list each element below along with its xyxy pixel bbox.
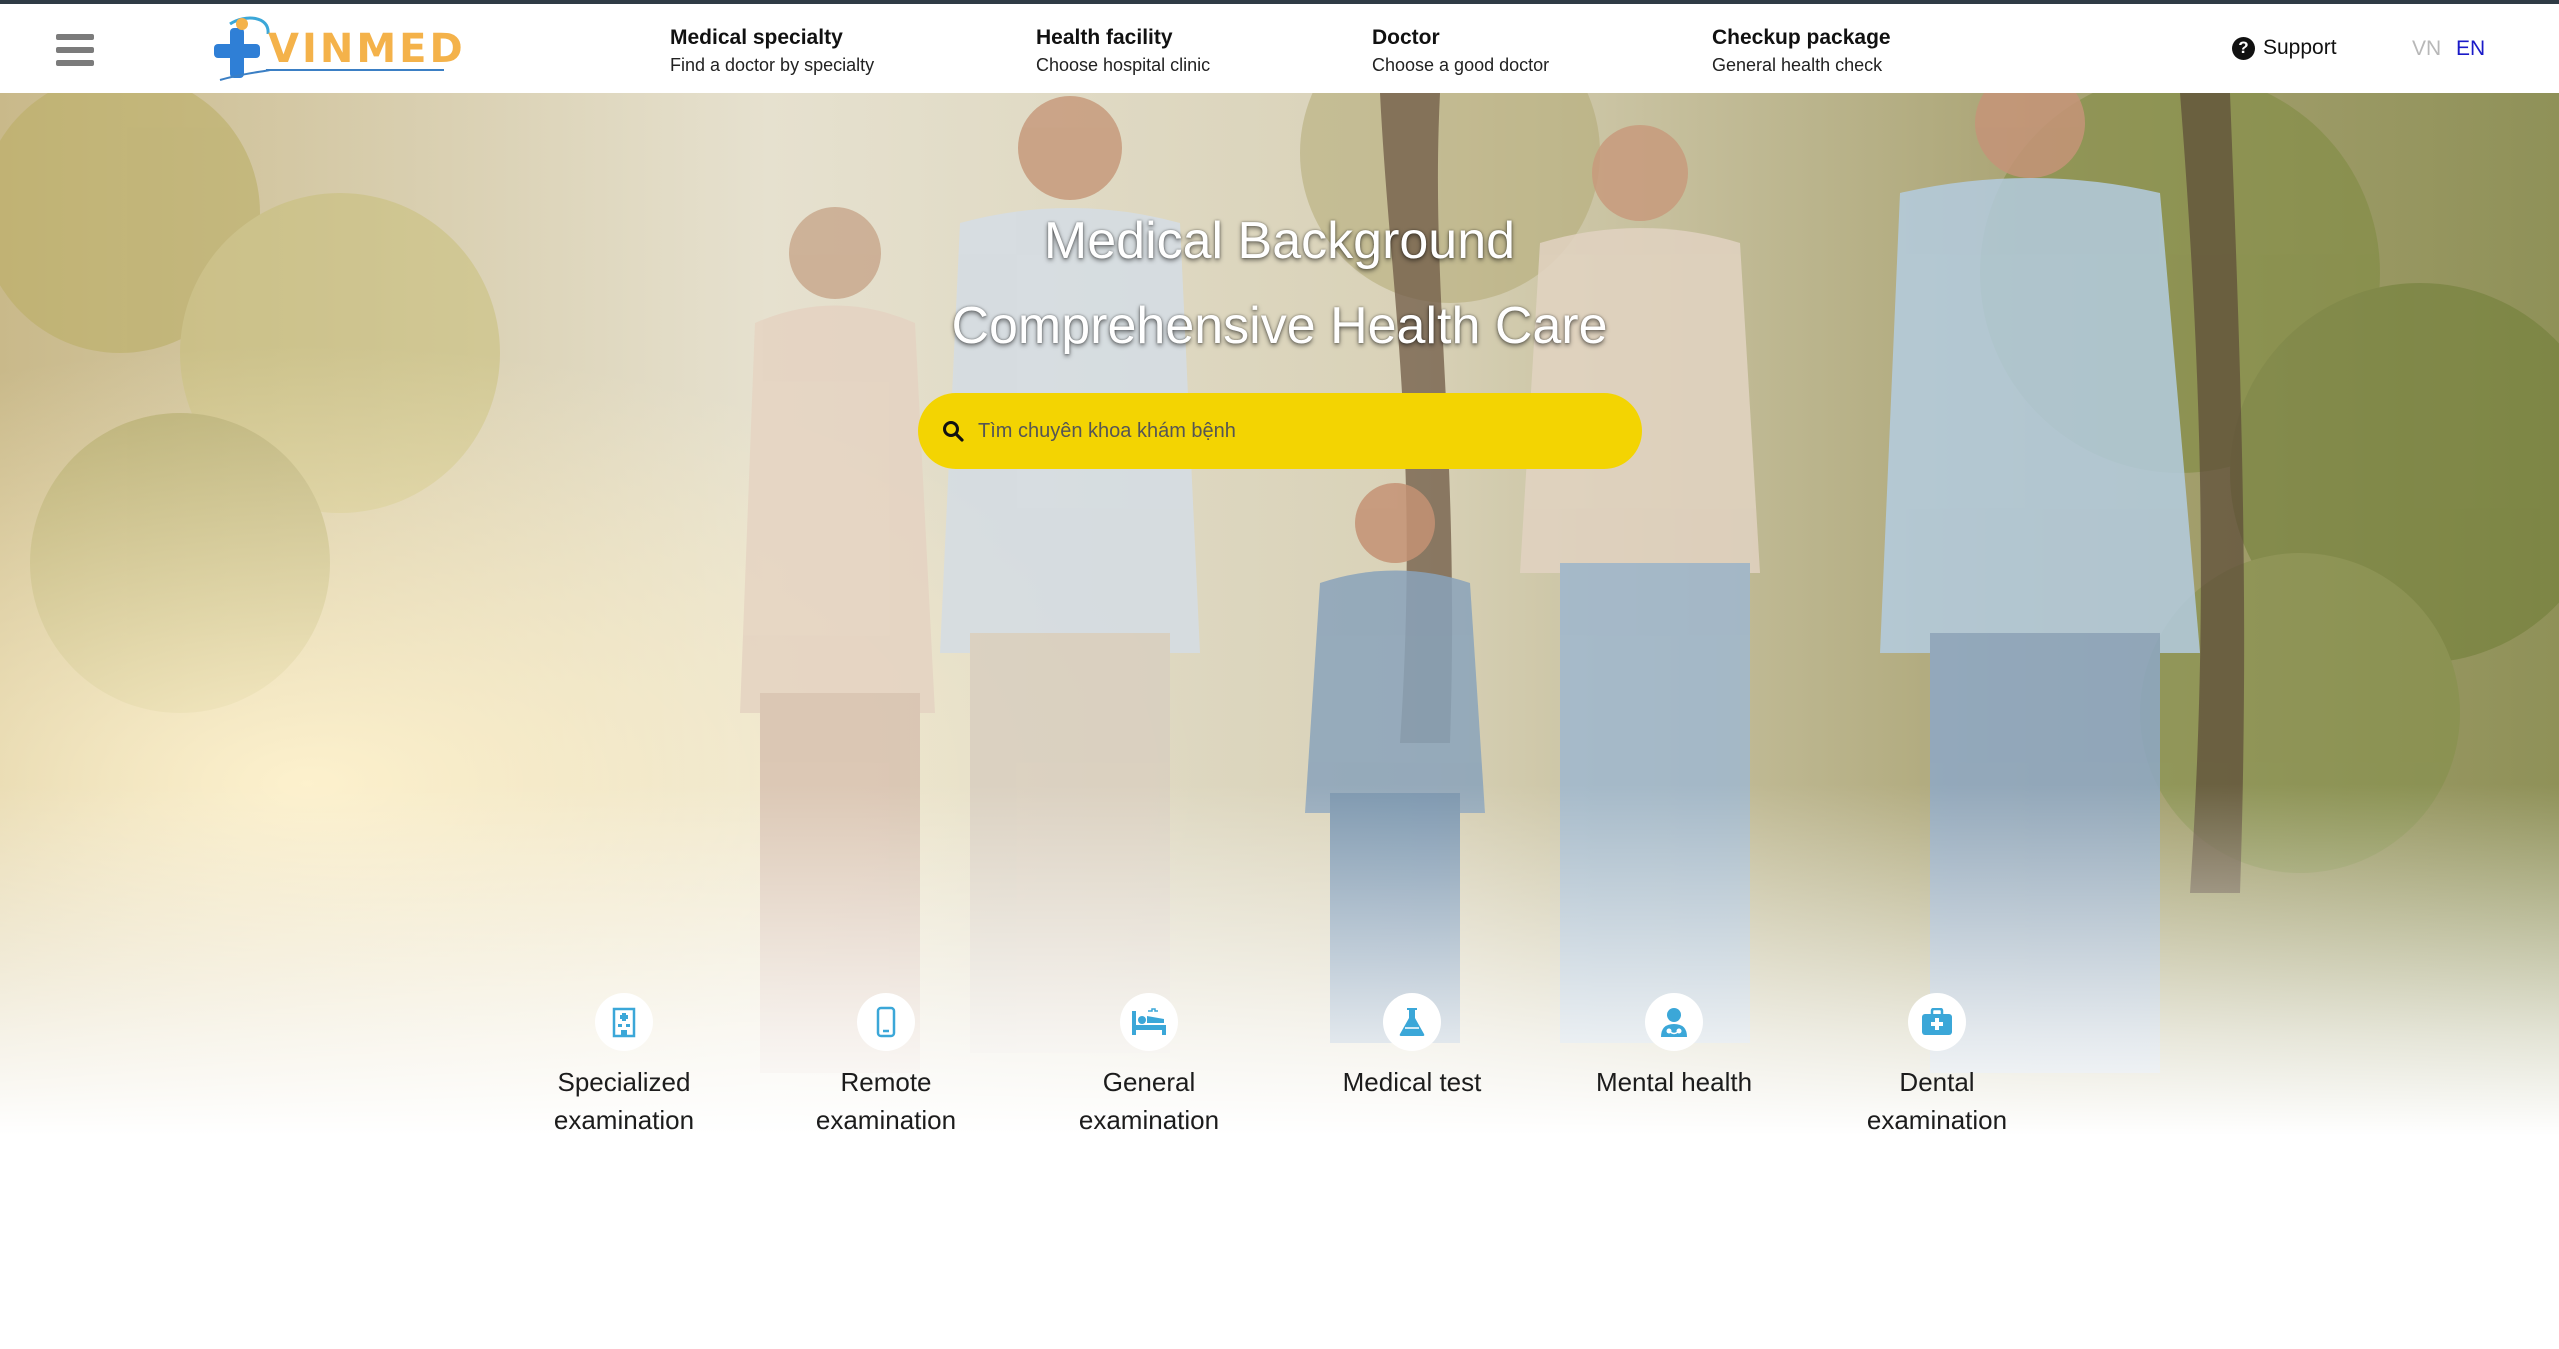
nav-title: Checkup package xyxy=(1712,26,1891,49)
nav-subtitle: Find a doctor by specialty xyxy=(670,55,875,75)
service-label: Remote examination xyxy=(815,1067,957,1135)
nav-title: Health facility xyxy=(1036,26,1173,49)
nav-health-facility[interactable]: Health facility Choose hospital clinic xyxy=(1036,24,1210,78)
services-row: Specialized examination Remote examinati… xyxy=(0,993,2559,1173)
service-medical-test[interactable]: Medical test xyxy=(1312,993,1512,1101)
service-remote-examination[interactable]: Remote examination xyxy=(786,993,986,1139)
hamburger-menu-icon[interactable] xyxy=(56,34,94,66)
nav-title: Medical specialty xyxy=(670,26,843,49)
nav-medical-specialty[interactable]: Medical specialty Find a doctor by speci… xyxy=(670,24,874,78)
service-label: Specialized examination xyxy=(553,1067,695,1135)
top-header: VINMED Medical specialty Find a doctor b… xyxy=(0,0,2559,93)
hero-title-line2: Comprehensive Health Care xyxy=(951,297,1608,355)
logo[interactable]: VINMED xyxy=(200,14,463,88)
language-en[interactable]: EN xyxy=(2456,37,2485,61)
nav-checkup-package[interactable]: Checkup package General health check xyxy=(1712,24,1891,78)
service-dental-examination[interactable]: Dental examination xyxy=(1837,993,2037,1139)
service-label: Dental examination xyxy=(1866,1067,2008,1135)
service-label: General examination xyxy=(1078,1067,1220,1135)
service-specialized-examination[interactable]: Specialized examination xyxy=(524,993,724,1139)
search-icon xyxy=(943,421,964,442)
nav-subtitle: General health check xyxy=(1712,55,1883,75)
hero-title-line1: Medical Background xyxy=(1043,212,1516,270)
support-label: Support xyxy=(2263,36,2337,59)
nav-title: Doctor xyxy=(1372,26,1440,49)
medical-kit-icon xyxy=(1908,993,1966,1051)
service-label: Mental health xyxy=(1595,1067,1753,1097)
hero-section: Medical Background Comprehensive Health … xyxy=(0,93,2559,1349)
nav-subtitle: Choose hospital clinic xyxy=(1036,55,1211,75)
hospital-building-icon xyxy=(595,993,653,1051)
question-circle-icon: ? xyxy=(2232,36,2255,60)
nav-subtitle: Choose a good doctor xyxy=(1372,55,1550,75)
service-mental-health[interactable]: Mental health xyxy=(1574,993,1774,1101)
search-bar[interactable] xyxy=(918,393,1642,469)
service-general-examination[interactable]: General examination xyxy=(1049,993,1249,1139)
language-vn[interactable]: VN xyxy=(2412,37,2441,61)
user-doctor-icon xyxy=(1645,993,1703,1051)
nav-doctor[interactable]: Doctor Choose a good doctor xyxy=(1372,24,1549,78)
service-label: Medical test xyxy=(1342,1067,1482,1097)
flask-icon xyxy=(1383,993,1441,1051)
search-input[interactable] xyxy=(976,418,1596,444)
mobile-phone-icon xyxy=(857,993,915,1051)
hospital-bed-icon xyxy=(1120,993,1178,1051)
support-link[interactable]: ? Support xyxy=(2232,36,2337,60)
logo-text: VINMED xyxy=(268,26,466,72)
